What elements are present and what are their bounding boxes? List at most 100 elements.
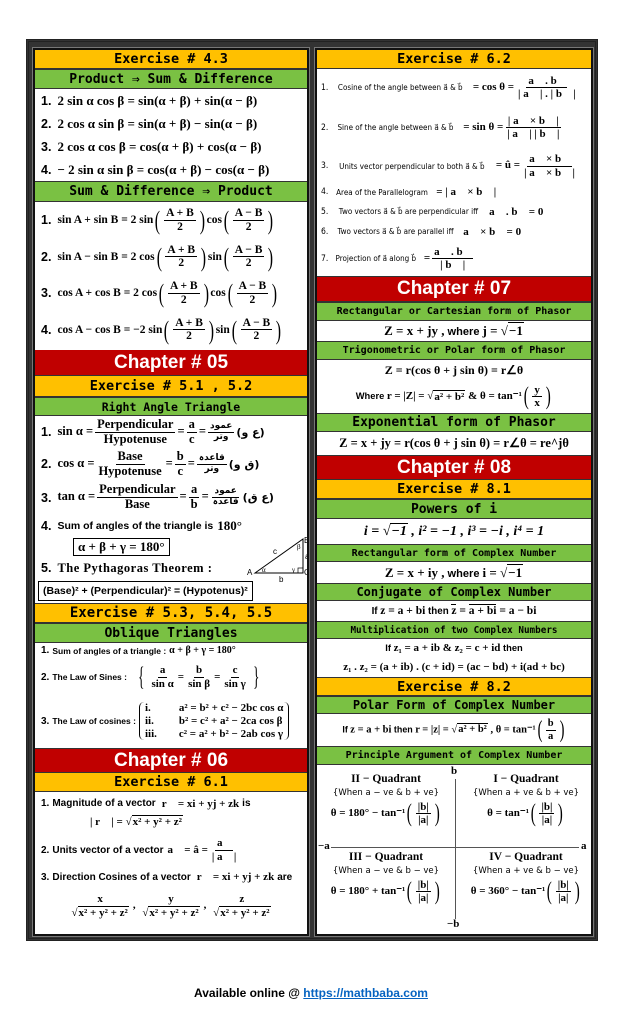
urdu-abbreviation: (ع و) bbox=[236, 425, 265, 439]
item-label: is bbox=[242, 798, 251, 809]
chapter-heading: Chapter # 08 bbox=[317, 455, 591, 480]
angle-beta-label: β bbox=[297, 543, 301, 551]
formula-text: a + bi bbox=[468, 605, 497, 617]
numerator: b bbox=[194, 664, 205, 678]
formula-row: 2. 2 cos α sin β = sin(α + β) − sin(α − β… bbox=[35, 112, 307, 135]
formula-group: 2 cos α sin β = sin(α + β) − sin(α − β) bbox=[57, 116, 257, 132]
formula-text: 2 bbox=[245, 220, 252, 233]
denominator: 2 bbox=[252, 330, 262, 343]
vector-formula-row: 1. Cosine of the angle between a⃗ & b⃗ = c… bbox=[317, 69, 591, 106]
urdu-abbreviation: (ق و) bbox=[228, 457, 260, 471]
formula-text: Base bbox=[117, 448, 143, 463]
formula-group: cos α = Base Hypotenuse = b c = bbox=[57, 448, 194, 479]
formula-text: | a⃗ × b⃗ | bbox=[507, 114, 559, 127]
quadrant-diagram: b −b −a a II − Quadrant {When a − ve & b … bbox=[317, 765, 591, 933]
horizontal-axis bbox=[331, 847, 579, 848]
formula-text: |b| bbox=[557, 879, 569, 892]
right-triangle-diagram: A B C a b c α β γ bbox=[247, 536, 307, 583]
formula-text: cos α = bbox=[57, 455, 95, 470]
item-label: Cosine of the angle between a⃗ & b⃗ bbox=[338, 83, 463, 92]
numerator: A − B bbox=[232, 207, 265, 221]
formula-text: a⃗ = â = bbox=[167, 843, 208, 856]
formula-text: i = bbox=[363, 523, 383, 539]
formula-group: cos A + cos B = 2 cos(A + B 2) cos(A − B 2) bbox=[57, 278, 279, 309]
formula-group: Where r = |Z| = √a² + b² & θ = tan⁻¹(y x) bbox=[356, 384, 553, 410]
vertex-a-label: A bbox=[247, 568, 253, 577]
parenthesized-fraction: (A + B 2) bbox=[157, 278, 210, 309]
formula-text: b bbox=[196, 664, 203, 677]
formula-text: 2 bbox=[249, 293, 256, 306]
parenthesized-fraction: (A − B 2) bbox=[222, 207, 275, 234]
formula-row: 1. 2 sin α cos β = sin(α + β) + sin(α − β… bbox=[35, 89, 307, 112]
right-paren-icon: ) bbox=[268, 241, 274, 272]
formula-text: 2 cos α sin β = sin(α + β) − sin(α − β) bbox=[57, 115, 258, 131]
fraction: ac bbox=[186, 417, 197, 447]
parenthesized-fraction: (|b| |a|) bbox=[529, 800, 565, 826]
urdu-fraction: عمود وتر bbox=[207, 421, 235, 443]
denominator: c bbox=[187, 432, 197, 447]
formula-text: |b| bbox=[541, 801, 553, 814]
formula-text: a⃗ . b⃗ = 0 bbox=[489, 205, 544, 218]
denominator: sin γ bbox=[222, 678, 247, 690]
item-number: 1. bbox=[41, 93, 52, 108]
vector-formula-row: 6. Two vectors a⃗ & b⃗ are parallel iff a⃗… bbox=[317, 222, 591, 241]
formula-group: cos A − cos B = −2 sin(A + B 2) sin(A − B2… bbox=[57, 316, 283, 343]
formula-text: y bbox=[168, 893, 174, 906]
formula-row: 4. − 2 sin α sin β = cos(α + β) − cos(α −… bbox=[35, 158, 307, 181]
exercise-heading: Exercise # 6.1 bbox=[35, 773, 307, 792]
formula-text: θ = 360° − tan⁻¹ bbox=[470, 885, 546, 898]
numerator: |b| bbox=[415, 801, 431, 815]
numerator: a bbox=[157, 664, 168, 678]
parenthesized-fraction: (b a) bbox=[536, 715, 566, 743]
radicand: −1 bbox=[390, 522, 408, 539]
formula-text: , bbox=[203, 899, 210, 912]
item-number: 2. bbox=[41, 671, 50, 683]
denominator: x bbox=[532, 397, 542, 409]
overline: a + bi bbox=[468, 604, 497, 617]
footer: Available online @ https://mathbaba.com bbox=[0, 986, 622, 1000]
numerator: |b| bbox=[555, 879, 571, 893]
right-paren-icon: ) bbox=[559, 715, 565, 743]
denominator: Hypotenuse bbox=[102, 432, 169, 447]
right-paren-icon: ) bbox=[203, 278, 209, 309]
item-number: 4. bbox=[41, 162, 52, 177]
formula-text: sin bbox=[215, 323, 230, 336]
item-number: 1. bbox=[41, 645, 50, 656]
formula-text: | a⃗ × b⃗ | bbox=[524, 166, 575, 179]
item-number: 1. bbox=[41, 798, 50, 809]
item-number: 2. bbox=[41, 844, 50, 856]
radical-icon: √ bbox=[500, 323, 508, 338]
footer-text: Available online @ bbox=[194, 986, 304, 1000]
item-number: 4. bbox=[41, 518, 52, 533]
parenthesized-fraction: (|b| |a|) bbox=[405, 800, 441, 826]
urdu-abbreviation: (ع ق) bbox=[242, 491, 274, 504]
formula-text: | a⃗ | | b⃗ | bbox=[507, 128, 560, 140]
fraction: Perpendicular Hypotenuse bbox=[95, 417, 176, 447]
formula-text: = | a⃗ × b⃗ | bbox=[436, 186, 497, 198]
numerator: A + B bbox=[164, 207, 196, 221]
direction-cosines-formula: x √x² + y² + z², y √x² + y² + z², z √x² + y… bbox=[35, 887, 307, 925]
fraction: x √x² + y² + z² bbox=[69, 893, 130, 919]
formula-text: A − B bbox=[234, 243, 263, 256]
formula-text: = bbox=[198, 423, 206, 438]
formula-text: = bbox=[456, 605, 469, 617]
fraction: a⃗ . b⃗ | a⃗ | . | b⃗ | bbox=[516, 75, 578, 100]
formula-group: = a⃗ . b⃗ | b⃗ | bbox=[424, 246, 475, 271]
formula-text: sin A + sin B = 2 sin bbox=[57, 213, 154, 226]
item-label: Sum of angles of a triangle : bbox=[52, 645, 167, 656]
formula-text: a⃗ . b⃗ bbox=[434, 245, 472, 258]
chapter-heading: Chapter # 06 bbox=[35, 748, 307, 773]
denominator: a bbox=[546, 731, 555, 743]
formula-text: A + B bbox=[175, 316, 203, 329]
fraction: |b| |a| bbox=[415, 801, 431, 826]
parenthesized-fraction: (y x) bbox=[522, 384, 552, 410]
left-paren-icon: ( bbox=[537, 715, 543, 743]
numerator: b bbox=[545, 718, 556, 731]
item-number: 6. bbox=[321, 226, 329, 237]
left-column: Exercise # 4.3 Product ⇒ Sum & Differenc… bbox=[32, 47, 310, 937]
item-number: 4. bbox=[41, 322, 52, 337]
radicand: −1 bbox=[507, 322, 524, 338]
website-link[interactable]: https://mathbaba.com bbox=[303, 986, 428, 1000]
fraction: a⃗ . b⃗ | b⃗ | bbox=[432, 245, 474, 271]
square-root: √x² + y² + z² bbox=[126, 815, 183, 828]
